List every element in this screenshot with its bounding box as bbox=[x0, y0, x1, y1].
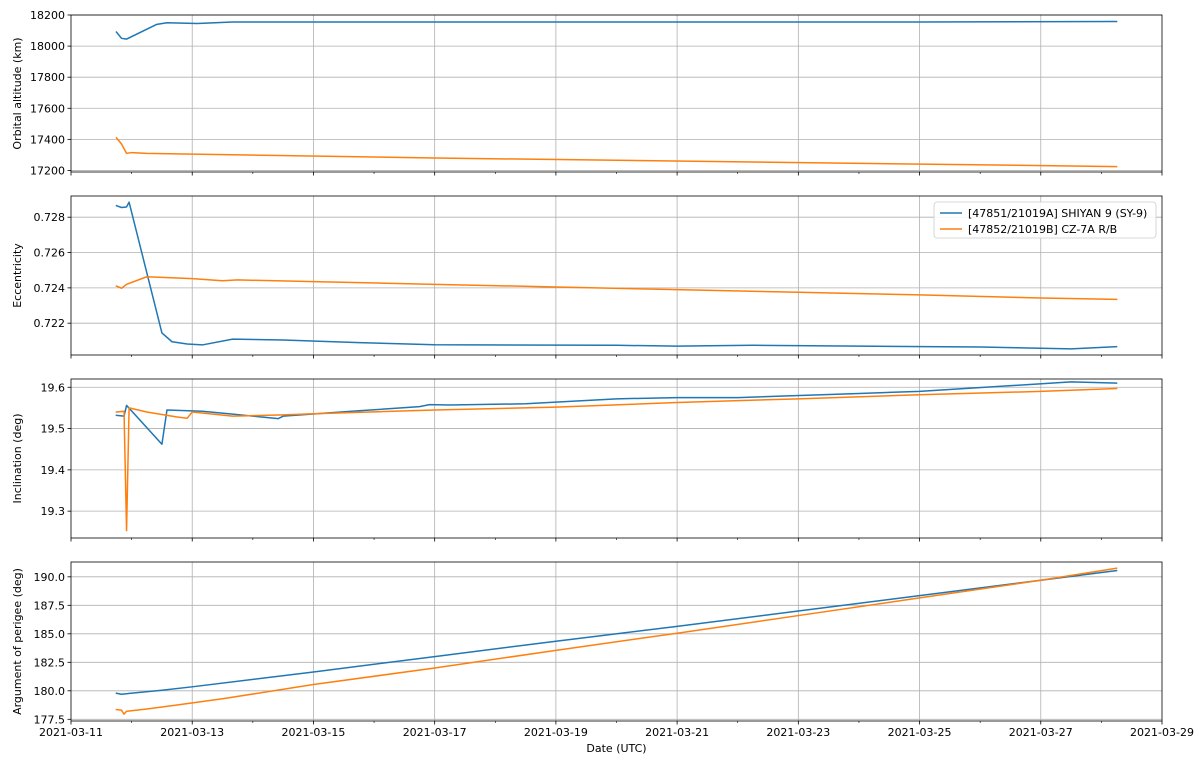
y-tick-label: 19.6 bbox=[41, 381, 66, 394]
y-tick-label: 18000 bbox=[30, 40, 65, 53]
y-axis-label: Eccentricity bbox=[11, 243, 24, 308]
figure: 17200 17400 17600 17800 18000 18200 Orbital al… bbox=[0, 0, 1200, 765]
x-tick-label: 2021-03-29 bbox=[1130, 726, 1194, 739]
y-tick-label: 0.724 bbox=[34, 282, 66, 295]
x-tick-label: 2021-03-19 bbox=[524, 726, 588, 739]
y-tick-label: 17600 bbox=[30, 102, 65, 115]
x-tick-label: 2021-03-11 bbox=[39, 726, 103, 739]
x-tick-label: 2021-03-17 bbox=[403, 726, 467, 739]
y-axis-label: Inclination (deg) bbox=[11, 414, 24, 504]
x-tick-label: 2021-03-23 bbox=[766, 726, 830, 739]
y-tick-label: 182.5 bbox=[34, 656, 66, 669]
y-tick-label: 185.0 bbox=[34, 628, 66, 641]
x-tick-label: 2021-03-15 bbox=[281, 726, 345, 739]
y-tick-label: 17400 bbox=[30, 133, 65, 146]
y-tick-label: 17200 bbox=[30, 164, 65, 177]
y-tick-label: 19.3 bbox=[41, 505, 66, 518]
x-tick-label: 2021-03-21 bbox=[645, 726, 709, 739]
y-axis-label: Orbital altitude (km) bbox=[11, 37, 24, 149]
legend: [47851/21019A] SHIYAN 9 (SY-9) [47852/210… bbox=[933, 201, 1157, 239]
x-tick-label: 2021-03-27 bbox=[1009, 726, 1073, 739]
y-tick-label: 180.0 bbox=[34, 685, 66, 698]
y-tick-label: 0.722 bbox=[34, 317, 66, 330]
x-axis-label: Date (UTC) bbox=[586, 742, 646, 755]
y-tick-label: 190.0 bbox=[34, 571, 66, 584]
y-tick-label: 19.4 bbox=[41, 464, 66, 477]
y-tick-label: 18200 bbox=[30, 9, 65, 22]
y-tick-label: 19.5 bbox=[41, 423, 66, 436]
y-tick-label: 0.726 bbox=[34, 247, 66, 260]
y-tick-label: 177.5 bbox=[34, 713, 66, 726]
x-tick-label: 2021-03-13 bbox=[160, 726, 224, 739]
y-tick-label: 0.728 bbox=[34, 211, 66, 224]
y-tick-label: 187.5 bbox=[34, 599, 66, 612]
x-tick-label: 2021-03-25 bbox=[888, 726, 952, 739]
legend-entry: [47851/21019A] SHIYAN 9 (SY-9) bbox=[968, 207, 1147, 220]
y-axis-label: Argument of perigee (deg) bbox=[11, 568, 24, 715]
legend-entry: [47852/21019B] CZ-7A R/B bbox=[968, 223, 1117, 236]
y-tick-label: 17800 bbox=[30, 71, 65, 84]
